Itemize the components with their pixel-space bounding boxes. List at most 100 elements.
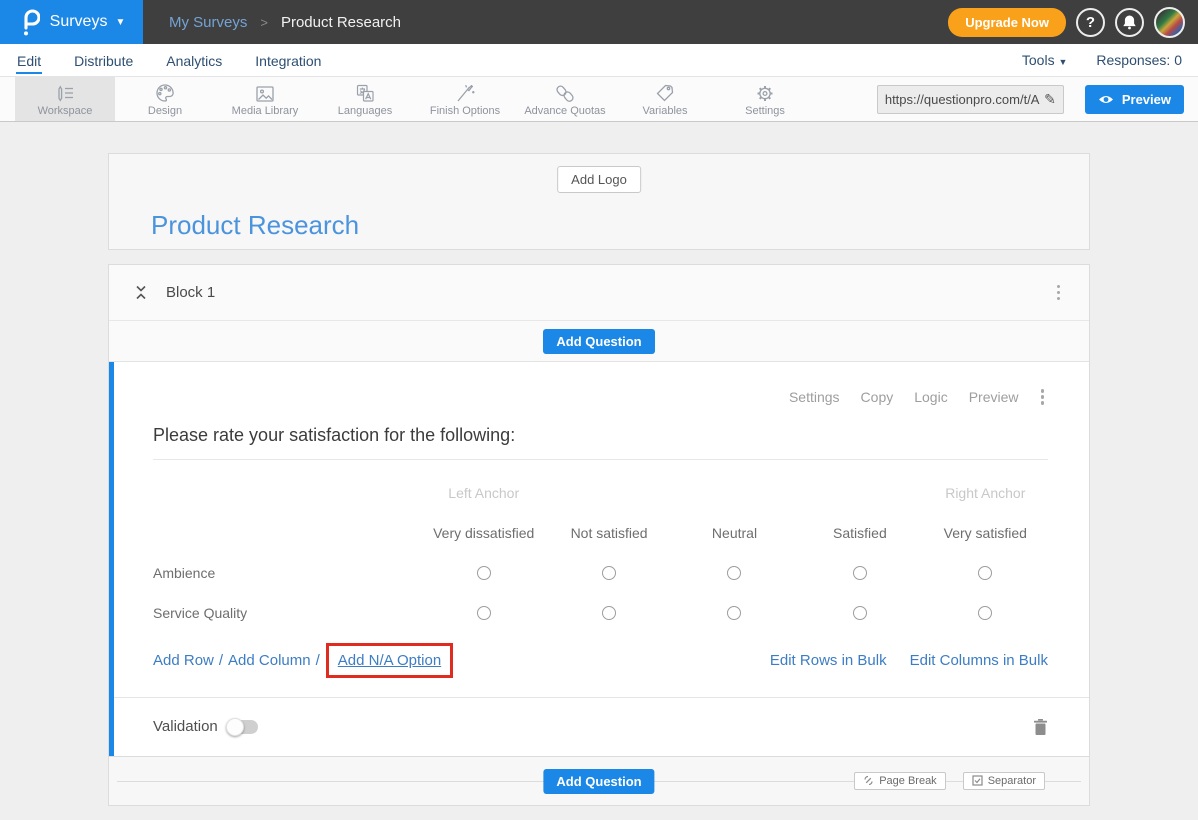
tab-distribute[interactable]: Distribute	[73, 47, 134, 74]
chevron-down-icon: ▼	[1058, 57, 1067, 67]
nav-right: Tools ▼ Responses: 0	[1022, 52, 1182, 68]
editor-toolbar: Workspace Design Media Library	[0, 77, 1198, 122]
add-na-option-link[interactable]: Add N/A Option	[338, 652, 441, 669]
toolbar-item-design[interactable]: Design	[115, 77, 215, 121]
tag-icon	[654, 82, 676, 104]
breadcrumb-current-survey: Product Research	[281, 14, 401, 31]
user-avatar[interactable]	[1154, 7, 1185, 38]
radio-option[interactable]	[727, 606, 741, 620]
chain-links-icon	[554, 82, 576, 104]
toolbar-item-settings[interactable]: Settings	[715, 77, 815, 121]
toggle-knob	[226, 718, 244, 736]
tab-analytics[interactable]: Analytics	[165, 47, 223, 74]
survey-nav: Edit Distribute Analytics Integration To…	[0, 44, 1198, 77]
survey-url-field[interactable]: https://questionpro.com/t/A ✎	[877, 85, 1064, 114]
column-header[interactable]: Neutral	[672, 513, 797, 553]
question-card: Settings Copy Logic Preview Please rate …	[109, 362, 1089, 756]
help-button[interactable]: ?	[1076, 8, 1105, 37]
collapse-block-icon[interactable]	[134, 284, 148, 301]
column-header[interactable]: Not satisfied	[546, 513, 671, 553]
toolbar-item-media-library[interactable]: Media Library	[215, 77, 315, 121]
toolbar-right: https://questionpro.com/t/A ✎ Preview	[877, 85, 1184, 114]
highlight-annotation-box: Add N/A Option	[326, 643, 453, 678]
column-header[interactable]: Satisfied	[797, 513, 922, 553]
toolbar-label: Media Library	[232, 105, 299, 117]
matrix-cell-empty	[153, 473, 421, 513]
radio-option[interactable]	[853, 566, 867, 580]
add-question-button-bottom[interactable]: Add Question	[543, 769, 654, 794]
radio-option[interactable]	[477, 606, 491, 620]
matrix-cell	[923, 553, 1048, 593]
matrix-cell-empty	[153, 513, 421, 553]
preview-label: Preview	[1122, 92, 1171, 107]
question-menu-button[interactable]	[1037, 385, 1049, 409]
toolbar-item-workspace[interactable]: Workspace	[15, 77, 115, 121]
question-logic-link[interactable]: Logic	[914, 389, 947, 405]
notifications-button[interactable]	[1115, 8, 1144, 37]
tools-label: Tools	[1022, 52, 1055, 68]
block-title[interactable]: Block 1	[166, 284, 215, 301]
left-anchor-field[interactable]: Left Anchor	[421, 473, 546, 513]
edit-url-icon[interactable]: ✎	[1044, 91, 1056, 108]
matrix-cell	[923, 593, 1048, 633]
page-break-button[interactable]: Page Break	[854, 772, 945, 790]
matrix-cell	[672, 553, 797, 593]
toolbar-label: Languages	[338, 105, 392, 117]
toolbar-item-finish-options[interactable]: Finish Options	[415, 77, 515, 121]
link-separator: /	[219, 652, 223, 669]
question-mark-icon: ?	[1086, 14, 1095, 31]
workspace-icon	[53, 82, 77, 104]
separator-label: Separator	[988, 775, 1036, 787]
radio-option[interactable]	[727, 566, 741, 580]
matrix-cell	[546, 553, 671, 593]
link-separator: /	[316, 652, 320, 669]
question-divider	[153, 459, 1048, 460]
matrix-cell-empty	[546, 473, 671, 513]
editor-canvas: Add Logo Product Research Block 1 Add Qu…	[0, 122, 1198, 806]
toolbar-item-advance-quotas[interactable]: Advance Quotas	[515, 77, 615, 121]
product-switcher[interactable]: Surveys ▼	[0, 0, 143, 44]
block-card: Block 1 Add Question Settings Copy Logic…	[108, 264, 1090, 806]
separator-button[interactable]: Separator	[963, 772, 1045, 790]
add-row-link[interactable]: Add Row	[153, 652, 214, 669]
breadcrumb-my-surveys[interactable]: My Surveys	[169, 14, 247, 31]
radio-option[interactable]	[602, 566, 616, 580]
row-label[interactable]: Service Quality	[153, 593, 421, 633]
tools-dropdown[interactable]: Tools ▼	[1022, 52, 1068, 68]
delete-question-button[interactable]	[1033, 718, 1048, 736]
radio-option[interactable]	[853, 606, 867, 620]
column-header[interactable]: Very dissatisfied	[421, 513, 546, 553]
preview-button[interactable]: Preview	[1085, 85, 1184, 114]
radio-option[interactable]	[978, 606, 992, 620]
row-label[interactable]: Ambience	[153, 553, 421, 593]
question-text[interactable]: Please rate your satisfaction for the fo…	[153, 425, 1048, 446]
survey-title[interactable]: Product Research	[151, 210, 359, 241]
matrix-cell-empty	[672, 473, 797, 513]
tab-edit[interactable]: Edit	[16, 47, 42, 74]
footer-buttons: Page Break Separator	[854, 772, 1045, 790]
add-question-button-top[interactable]: Add Question	[543, 329, 654, 354]
radio-option[interactable]	[978, 566, 992, 580]
upgrade-now-button[interactable]: Upgrade Now	[948, 8, 1066, 37]
right-anchor-field[interactable]: Right Anchor	[923, 473, 1048, 513]
edit-columns-bulk-link[interactable]: Edit Columns in Bulk	[910, 652, 1048, 669]
separator-checkbox-icon	[972, 775, 983, 786]
toolbar-item-languages[interactable]: Languages	[315, 77, 415, 121]
question-preview-link[interactable]: Preview	[969, 389, 1019, 405]
responses-count: Responses: 0	[1096, 52, 1182, 68]
add-logo-button[interactable]: Add Logo	[557, 166, 641, 193]
toolbar-item-variables[interactable]: Variables	[615, 77, 715, 121]
radio-option[interactable]	[477, 566, 491, 580]
validation-toggle[interactable]	[228, 720, 258, 734]
top-bar: Surveys ▼ My Surveys > Product Research …	[0, 0, 1198, 44]
tab-integration[interactable]: Integration	[254, 47, 322, 74]
edit-rows-bulk-link[interactable]: Edit Rows in Bulk	[770, 652, 887, 669]
matrix-cell	[421, 553, 546, 593]
validation-row: Validation	[114, 697, 1089, 756]
block-menu-button[interactable]	[1053, 281, 1065, 305]
column-header[interactable]: Very satisfied	[923, 513, 1048, 553]
question-copy-link[interactable]: Copy	[861, 389, 894, 405]
radio-option[interactable]	[602, 606, 616, 620]
add-column-link[interactable]: Add Column	[228, 652, 311, 669]
question-settings-link[interactable]: Settings	[789, 389, 840, 405]
